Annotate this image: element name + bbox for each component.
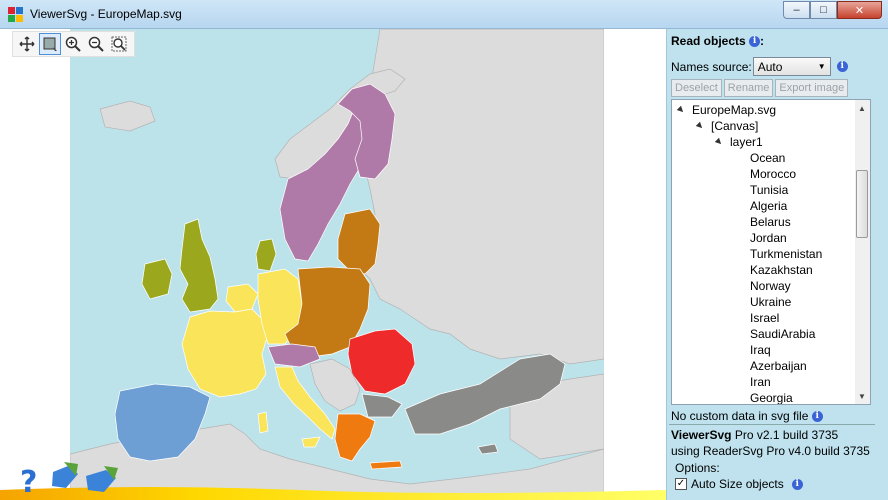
object-tree[interactable]: EuropeMap.svg [Canvas] layer1 Ocean Moro… <box>671 99 860 405</box>
list-item[interactable]: Israel <box>750 310 779 326</box>
list-item[interactable]: Iraq <box>750 342 771 358</box>
expand-arrow-icon[interactable] <box>714 137 724 147</box>
list-item[interactable]: Algeria <box>750 198 787 214</box>
tree-node-root[interactable]: EuropeMap.svg <box>676 102 776 118</box>
tree-node-layer[interactable]: layer1 <box>714 134 763 150</box>
app-icon <box>8 7 24 23</box>
list-item[interactable]: Ukraine <box>750 294 791 310</box>
export-image-button[interactable]: Export image <box>775 79 849 97</box>
list-item[interactable]: Kazakhstan <box>750 262 813 278</box>
status-text: No custom data in svg file <box>671 409 809 423</box>
list-item[interactable]: Iran <box>750 374 771 390</box>
title-bar: ViewerSvg - EuropeMap.svg – □ ✕ <box>0 0 888 29</box>
baltics[interactable] <box>337 208 381 275</box>
list-item[interactable]: Norway <box>750 278 791 294</box>
info-icon[interactable]: i <box>749 36 761 48</box>
svg-text:?: ? <box>20 465 37 500</box>
auto-size-label: Auto Size objects <box>691 477 784 491</box>
ireland[interactable] <box>141 258 173 300</box>
scroll-up-icon[interactable]: ▲ <box>855 100 869 116</box>
divider <box>669 424 875 425</box>
list-item[interactable]: Belarus <box>750 214 791 230</box>
names-source-value: Auto <box>757 59 783 74</box>
options-label: Options: <box>675 461 720 475</box>
reader-version-line: using ReaderSvg Pro v4.0 build 3735 <box>671 444 870 458</box>
side-panel: Read objects i: Names source: Auto ▼ i D… <box>666 29 888 500</box>
scroll-thumb[interactable] <box>856 170 868 238</box>
europe-map[interactable] <box>70 29 604 500</box>
deselect-button[interactable]: Deselect <box>671 79 722 97</box>
tree-scrollbar[interactable]: ▲ ▼ <box>855 99 871 405</box>
list-item[interactable]: Turkmenistan <box>750 246 822 262</box>
rename-button[interactable]: Rename <box>723 79 774 97</box>
list-item[interactable]: SaudiArabia <box>750 326 815 342</box>
product-name: ViewerSvg <box>671 428 732 442</box>
info-icon[interactable]: i <box>811 411 823 423</box>
expand-arrow-icon[interactable] <box>695 121 705 131</box>
list-item[interactable]: Jordan <box>750 230 787 246</box>
auto-size-option[interactable]: ✓ Auto Size objects i <box>675 477 803 491</box>
list-item[interactable]: Azerbaijan <box>750 358 807 374</box>
scroll-down-icon[interactable]: ▼ <box>855 388 869 404</box>
zoom-fit-icon[interactable] <box>108 33 130 55</box>
pan-icon[interactable] <box>16 33 38 55</box>
expand-arrow-icon[interactable] <box>676 105 686 115</box>
sardinia[interactable] <box>257 411 269 434</box>
map-toolbar <box>12 31 135 57</box>
zoom-out-icon[interactable] <box>85 33 107 55</box>
maximize-button[interactable]: □ <box>810 1 837 19</box>
dropdown-arrow-icon: ▼ <box>817 62 826 71</box>
minimize-button[interactable]: – <box>783 1 810 19</box>
close-button[interactable]: ✕ <box>837 1 882 19</box>
read-objects-label: Read objects <box>671 34 746 48</box>
list-item[interactable]: Georgia <box>750 390 793 404</box>
info-icon[interactable]: i <box>836 61 848 72</box>
list-item[interactable]: Morocco <box>750 166 796 182</box>
list-item[interactable]: Tunisia <box>750 182 788 198</box>
tree-node-canvas[interactable]: [Canvas] <box>695 118 758 134</box>
action-buttons: Deselect Rename Export image <box>671 79 850 97</box>
select-icon[interactable] <box>39 33 61 55</box>
info-icon[interactable]: i <box>791 478 803 490</box>
map-viewer[interactable]: ? <box>0 29 666 500</box>
names-source-select[interactable]: Auto ▼ <box>752 57 831 76</box>
auto-size-checkbox[interactable]: ✓ <box>675 478 687 490</box>
read-objects-heading: Read objects i: <box>671 34 764 48</box>
brand-logo: ? <box>8 456 138 500</box>
read-objects-colon: : <box>760 34 765 48</box>
names-source-label: Names source: <box>671 59 752 74</box>
window-title: ViewerSvg - EuropeMap.svg <box>30 7 182 21</box>
product-version: Pro v2.1 build 3735 <box>731 428 839 442</box>
custom-data-status: No custom data in svg file i <box>671 409 823 423</box>
list-item[interactable]: Ocean <box>750 150 785 166</box>
zoom-in-icon[interactable] <box>62 33 84 55</box>
window-controls: – □ ✕ <box>783 1 882 19</box>
names-source-row: Names source: Auto ▼ i <box>671 57 848 76</box>
version-line: ViewerSvg Pro v2.1 build 3735 <box>671 428 838 442</box>
